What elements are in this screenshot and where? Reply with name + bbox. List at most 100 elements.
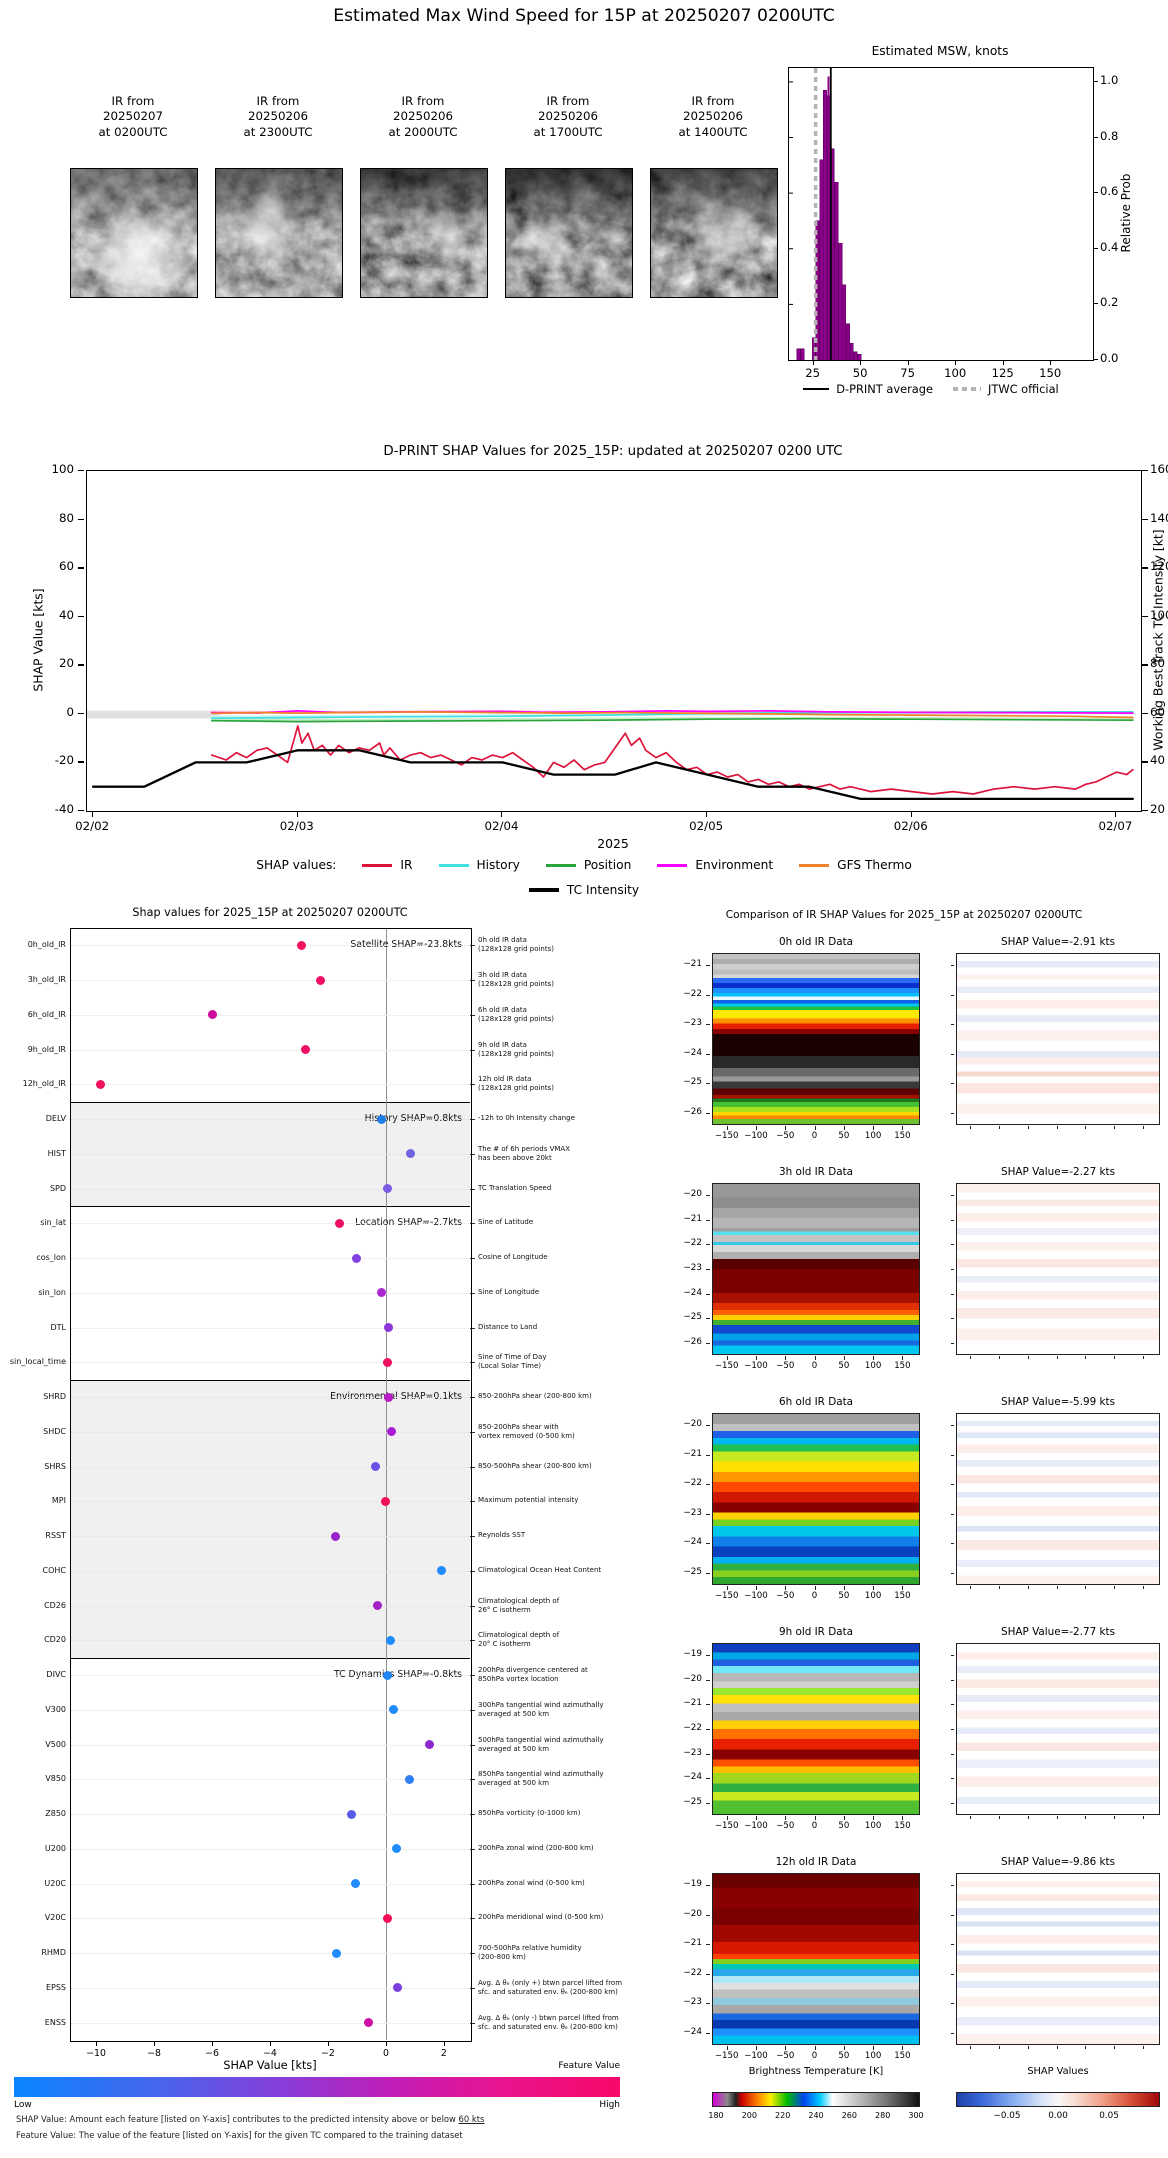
y-tick	[706, 1778, 710, 1780]
x-tick	[726, 1586, 728, 1590]
y-tick-right	[951, 1343, 954, 1344]
y-tick	[706, 1219, 710, 1221]
y-tick	[706, 1803, 710, 1804]
y-tick-label: −24	[683, 2027, 702, 2037]
x-tick	[726, 1356, 728, 1360]
x-tick	[902, 2046, 904, 2050]
x-tick-right	[1142, 2046, 1144, 2049]
x-tick	[902, 1356, 904, 1360]
y-tick	[706, 1343, 710, 1344]
y-tick-label: −23	[683, 1747, 702, 1758]
y-tick-right	[951, 1944, 954, 1946]
heatmap-title: 3h old IR Data	[778, 1166, 854, 1178]
x-tick	[843, 1586, 845, 1590]
y-tick-label: −22	[683, 1238, 702, 1249]
x-tick-right	[1085, 2046, 1087, 2049]
y-tick	[706, 1914, 710, 1916]
y-tick-label: −22	[683, 1478, 702, 1489]
x-tick	[814, 1586, 816, 1590]
x-tick-right	[1027, 1816, 1029, 1819]
shap-value-label: SHAP Value=-2.91 kts	[1000, 936, 1116, 948]
y-tick-right	[951, 1803, 954, 1804]
x-tick	[726, 1816, 728, 1820]
y-tick-right	[951, 1113, 954, 1114]
y-tick-label: −26	[683, 1337, 702, 1347]
y-tick-label: −23	[683, 1997, 702, 2008]
y-tick-label: −23	[683, 1263, 702, 1273]
x-tick	[755, 1816, 757, 1820]
y-tick-label: −21	[683, 1938, 702, 1949]
y-tick-label: −20	[683, 1673, 702, 1684]
x-tick	[873, 1126, 875, 1130]
x-tick-right	[1142, 1586, 1144, 1589]
y-tick-right	[951, 1914, 954, 1916]
bt-colorbar	[712, 2092, 920, 2107]
y-tick-right	[951, 1269, 954, 1270]
x-tick	[726, 2046, 728, 2050]
shap-value-label: SHAP Value=-2.77 kts	[1000, 1626, 1116, 1638]
y-tick	[706, 2033, 710, 2034]
y-tick-label: −25	[683, 1312, 702, 1323]
y-tick	[706, 1113, 710, 1114]
x-tick-right	[1056, 1586, 1058, 1589]
x-tick	[814, 1816, 816, 1820]
y-tick-label: −20	[683, 1189, 702, 1199]
shap-heatmap-panel	[956, 1873, 1160, 2045]
y-tick-label: −23	[683, 1018, 702, 1029]
x-tick-right	[970, 1586, 972, 1589]
y-tick	[706, 1513, 710, 1515]
x-tick-right	[1027, 1126, 1029, 1129]
x-tick	[843, 1356, 845, 1360]
y-tick-right	[951, 2003, 954, 2005]
x-tick-right	[999, 1816, 1001, 1819]
y-tick-right	[951, 1318, 954, 1320]
y-tick-right	[951, 1425, 954, 1426]
ir-heatmap-panel	[712, 1873, 920, 2045]
shap-value-label: SHAP Value=-5.99 kts	[1000, 1396, 1116, 1408]
x-tick-label: 150	[894, 1591, 911, 1601]
y-tick	[706, 1729, 710, 1730]
y-tick-right	[951, 1293, 954, 1295]
y-tick-label: −25	[683, 1077, 702, 1088]
y-tick	[706, 1885, 710, 1886]
ir-heatmap-panel	[712, 953, 920, 1125]
y-tick	[706, 1484, 710, 1486]
heatmap-title: 9h old IR Data	[778, 1626, 854, 1638]
heatmap-title: 12h old IR Data	[775, 1856, 857, 1868]
x-tick	[785, 2046, 787, 2050]
x-tick-right	[1114, 1356, 1116, 1359]
x-tick-right	[1056, 1816, 1058, 1819]
x-tick-right	[1085, 1586, 1087, 1589]
y-tick	[706, 1425, 710, 1426]
x-tick-right	[1056, 2046, 1058, 2049]
figure-root: Estimated Max Wind Speed for 15P at 2025…	[0, 0, 1168, 2158]
y-tick-right	[951, 1484, 954, 1486]
shap-heatmap-panel	[956, 953, 1160, 1125]
ir-heatmap-panel	[712, 1413, 920, 1585]
bt-tick-label: 220	[775, 2111, 791, 2120]
x-tick	[902, 1126, 904, 1130]
x-tick	[755, 2046, 757, 2050]
x-tick	[785, 1356, 787, 1360]
shap-colorbar-title: SHAP Values	[1027, 2066, 1089, 2077]
y-tick-right	[951, 994, 954, 996]
shap-tick-label: −0.05	[993, 2111, 1021, 2121]
y-tick	[706, 1704, 710, 1706]
y-tick	[706, 965, 710, 966]
y-tick-right	[951, 1543, 954, 1545]
x-tick	[902, 1586, 904, 1590]
shap-tick-label: 0.00	[1048, 2111, 1068, 2121]
y-tick-label: −20	[683, 1908, 702, 1919]
x-tick	[843, 2046, 845, 2050]
x-tick	[814, 2046, 816, 2050]
y-tick	[706, 1195, 710, 1196]
y-tick	[706, 994, 710, 996]
x-tick	[785, 1586, 787, 1590]
x-tick	[843, 1816, 845, 1820]
x-tick	[873, 1586, 875, 1590]
y-tick-right	[951, 1053, 954, 1055]
y-tick	[706, 1543, 710, 1545]
x-tick-label: 150	[894, 1821, 911, 1831]
x-tick-right	[1027, 1586, 1029, 1589]
x-tick-right	[1114, 1586, 1116, 1589]
